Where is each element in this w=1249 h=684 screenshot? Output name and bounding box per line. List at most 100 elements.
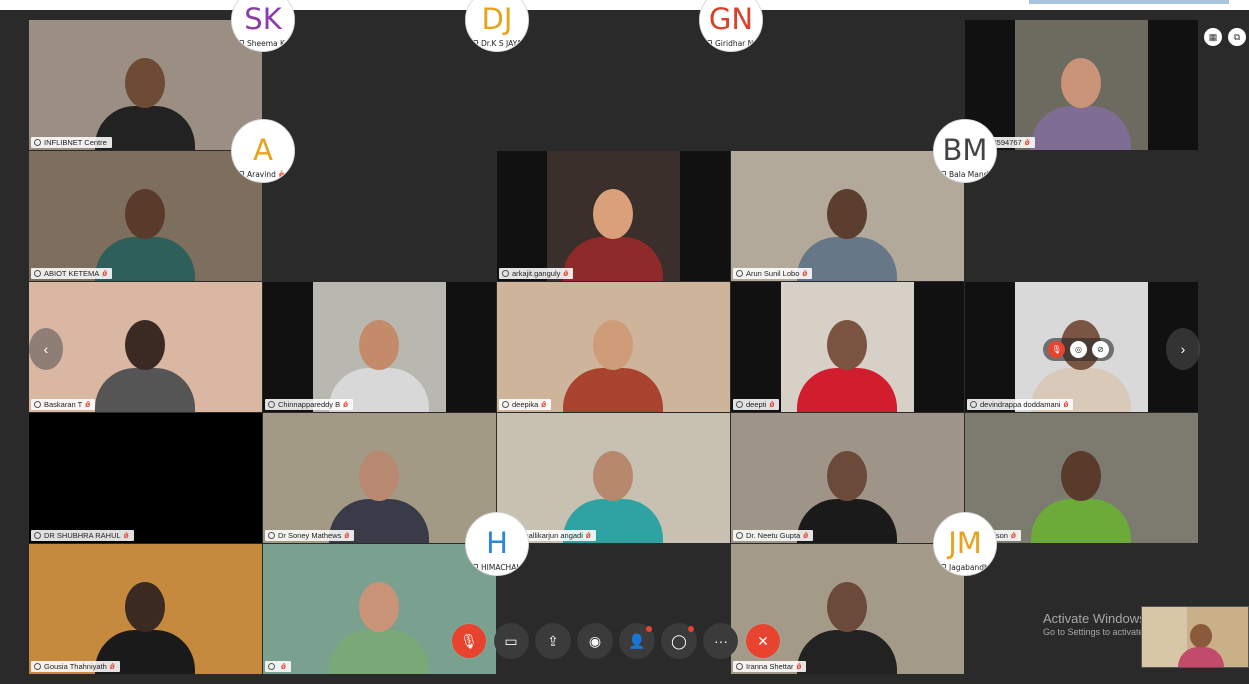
participant-name: Baskaran T	[44, 400, 83, 409]
mic-muted-icon: ǿ	[563, 269, 569, 278]
person-head	[125, 58, 165, 108]
participant-name: Aravind	[247, 170, 276, 179]
participant-tile[interactable]: 1668594767 ǿ	[965, 20, 1198, 150]
participant-name: Jagabandhu Mishra	[949, 563, 996, 572]
participant-name: Bala Mandrekar	[949, 170, 996, 179]
popout-icon[interactable]: ⧉	[1228, 28, 1246, 46]
letterbox-bar	[680, 151, 730, 281]
person-head	[1061, 58, 1101, 108]
participant-tile[interactable]: Dr. Neetu Gupta ǿ	[731, 413, 964, 543]
participant-name-label: devindrappa doddamani ǿ	[967, 399, 1074, 410]
letterbox-bar	[446, 282, 496, 412]
participant-tile[interactable]: DJDr.K S JAYAKUMAR.ǿ	[465, 0, 529, 52]
participant-tile[interactable]: Gladsonǿ	[965, 413, 1198, 543]
notification-dot	[688, 626, 694, 632]
video-icon: ▭	[504, 632, 518, 649]
participant-name-label: deepika ǿ	[499, 399, 552, 410]
grid-layout-icon[interactable]: ▦	[1204, 28, 1222, 46]
participant-name-label: Dr. Neetu Gupta ǿ	[733, 530, 814, 541]
participant-tile[interactable]: JMJagabandhu Mishraǿ	[933, 512, 997, 576]
participant-name-label: Giridhar Naiduǿ	[702, 38, 762, 49]
video-button[interactable]: ▭	[494, 624, 528, 658]
participant-name-label: Dr Soney Mathews ǿ	[265, 530, 355, 541]
chat-icon: ◯	[671, 632, 687, 649]
participant-tile[interactable]: Gousia Thahniyath ǿ	[29, 544, 262, 674]
participant-tile[interactable]: ABIOT KETEMA ǿ	[29, 151, 262, 281]
participant-name-label: Jagabandhu Mishraǿ	[936, 562, 996, 573]
participant-tile[interactable]: HHIMACHALAPATHYǿ	[465, 512, 529, 576]
participant-name-label: INFLIBNET Centre	[31, 137, 112, 148]
leave-button[interactable]: ✕	[746, 624, 780, 658]
more-button[interactable]: ···	[704, 624, 738, 658]
prev-page-button[interactable]: ‹	[29, 328, 63, 370]
participant-tile[interactable]: A Aravind ǿ	[231, 119, 295, 183]
video-on-icon	[736, 532, 743, 539]
self-view-video[interactable]	[1141, 606, 1249, 668]
tile-hover-controls: 🎙 ◎ ⊘	[1043, 338, 1114, 361]
mute-button[interactable]: 🎙	[452, 624, 486, 658]
share-button[interactable]: ⇪	[536, 624, 570, 658]
participants-button[interactable]: 👤	[620, 624, 654, 658]
participant-name-label: Gousia Thahniyath ǿ	[31, 661, 120, 672]
participant-name: Iranna Shettar	[746, 662, 794, 671]
hover-pin-icon[interactable]: ◎	[1070, 341, 1087, 358]
notification-dot	[646, 626, 652, 632]
participant-tile[interactable]: Baskaran Tǿ	[29, 282, 262, 412]
video-on-icon	[736, 270, 743, 277]
participant-name: Giridhar Naidu	[715, 39, 762, 48]
participant-tile[interactable]: deepika ǿ	[497, 282, 730, 412]
participant-name: Sheema Kauser	[247, 39, 295, 48]
next-page-button[interactable]: ›	[1166, 328, 1200, 370]
video-on-icon	[268, 532, 275, 539]
participant-tile[interactable]: BMBala Mandrekarǿ	[933, 119, 997, 183]
mic-muted-icon: ǿ	[1010, 531, 1016, 540]
participant-name-label: deepti ǿ	[733, 399, 780, 410]
video-on-icon	[34, 270, 41, 277]
participant-tile[interactable]: DR SHUBHRA RAHUL ǿ	[29, 413, 262, 543]
video-off-icon	[939, 171, 946, 178]
participant-tile[interactable]: deepti ǿ	[731, 282, 964, 412]
video-off-icon	[471, 40, 478, 47]
participant-tile[interactable]: Dr Soney Mathews ǿ	[263, 413, 496, 543]
participant-tile[interactable]: Arun Sunil Lobo ǿ	[731, 151, 964, 281]
person-head	[125, 320, 165, 370]
letterbox-bar	[731, 282, 781, 412]
record-button[interactable]: ◉	[578, 624, 612, 658]
participant-tile[interactable]: dr. mallikarjun angadi ǿ	[497, 413, 730, 543]
participant-name: deepika	[512, 400, 539, 409]
participant-tile[interactable]: GNGiridhar Naiduǿ	[699, 0, 763, 52]
participant-name: deepti	[746, 400, 767, 409]
person-head	[125, 582, 165, 632]
participant-tile[interactable]: Chinnappareddy Bǿ	[263, 282, 496, 412]
participant-name: arkajit.ganguly	[512, 269, 561, 278]
person-head	[593, 189, 633, 239]
participant-name: ABIOT KETEMA	[44, 269, 100, 278]
person-head	[827, 189, 867, 239]
chat-button[interactable]: ◯	[662, 624, 696, 658]
hover-mic-icon[interactable]: 🎙	[1048, 341, 1065, 358]
participant-name: HIMACHALAPATHY	[481, 563, 529, 572]
participant-tile[interactable]: INFLIBNET Centre	[29, 20, 262, 150]
video-on-icon	[970, 401, 977, 408]
hover-more-icon[interactable]: ⊘	[1092, 341, 1109, 358]
leave-icon: ✕	[757, 632, 769, 649]
participant-name-label: ABIOT KETEMA ǿ	[31, 268, 113, 279]
record-icon: ◉	[588, 632, 602, 649]
mic-muted-icon: ǿ	[796, 662, 802, 671]
letterbox-bar	[263, 282, 313, 412]
participant-tile[interactable]: arkajit.ganguly ǿ	[497, 151, 730, 281]
video-off-icon	[237, 171, 244, 178]
participant-name-label: HIMACHALAPATHYǿ	[468, 562, 529, 573]
mic-muted-icon: ǿ	[1063, 400, 1069, 409]
participant-name-label: Aravind ǿ	[234, 169, 290, 180]
person-head	[827, 582, 867, 632]
video-on-icon	[502, 401, 509, 408]
person-head	[359, 451, 399, 501]
mic-muted-icon: ǿ	[109, 662, 115, 671]
person-head	[593, 320, 633, 370]
participant-name-label: DR SHUBHRA RAHUL ǿ	[31, 530, 134, 541]
mic-muted-icon: ǿ	[343, 400, 349, 409]
participant-tile[interactable]: SKSheema Kauserǿ	[231, 0, 295, 52]
mic-muted-icon: ǿ	[123, 531, 129, 540]
participant-name-label: Chinnappareddy Bǿ	[265, 399, 354, 410]
